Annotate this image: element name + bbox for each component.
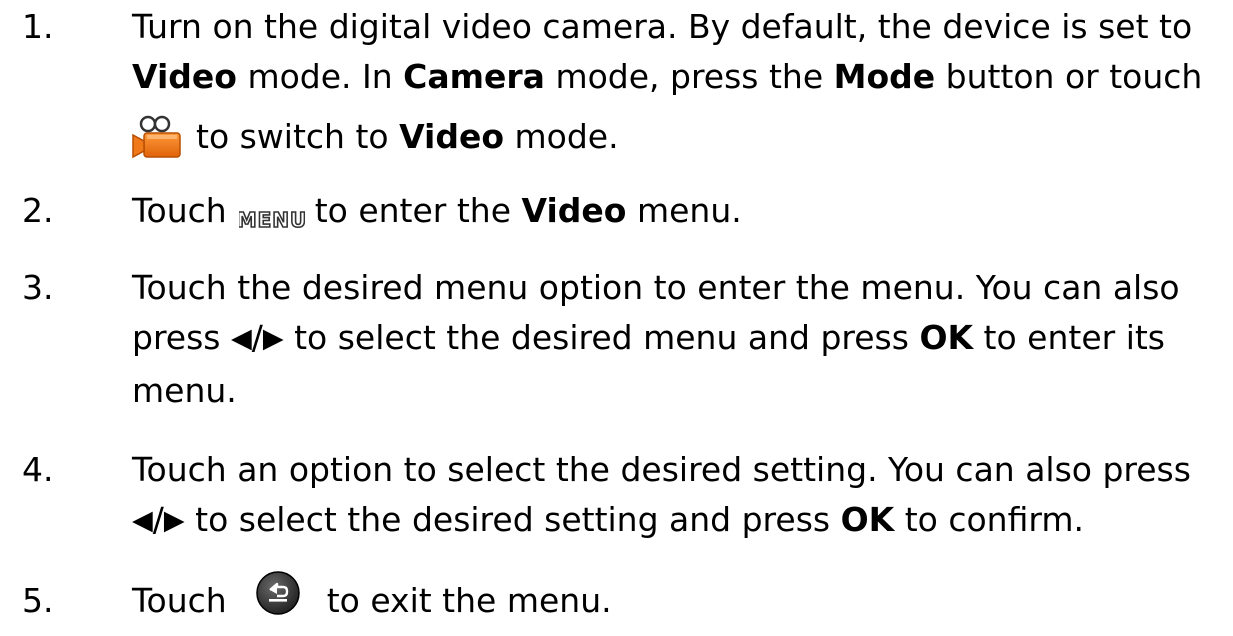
menu-icon: MENU xyxy=(236,196,307,233)
step-number: 2. xyxy=(22,191,54,230)
step-text: Touch an option to select the desired se… xyxy=(132,445,1222,548)
step-1-text: to switch to xyxy=(196,117,400,156)
video-menu-label: Video xyxy=(521,191,627,230)
step-text: Touch MENU to enter the Video menu. xyxy=(132,186,1222,236)
step-text: Turn on the digital video camera. By def… xyxy=(132,2,1222,172)
step-3-text: press xyxy=(132,318,231,357)
step-3: 3. Touch the desired menu option to ente… xyxy=(22,263,1222,416)
right-arrow-icon: ▶ xyxy=(163,505,185,536)
step-number: 3. xyxy=(22,268,54,307)
camera-mode-label: Camera xyxy=(403,57,545,96)
step-2-text: menu. xyxy=(626,191,742,230)
step-4-text: Touch an option to select the desired se… xyxy=(132,450,1191,489)
step-number: 4. xyxy=(22,450,54,489)
left-arrow-icon: ◀ xyxy=(132,505,153,536)
step-1: 1. Turn on the digital video camera. By … xyxy=(22,2,1222,172)
step-4-text: to confirm. xyxy=(894,500,1084,539)
step-5-text: to exit the menu. xyxy=(326,581,612,620)
video-camera-icon xyxy=(132,113,182,158)
right-arrow-icon: ▶ xyxy=(262,323,284,354)
step-text: Touch the desired menu option to enter t… xyxy=(132,263,1222,416)
slash-text: / xyxy=(152,500,164,539)
step-3-text: to enter its xyxy=(973,318,1165,357)
step-3-text: Touch the desired menu option to enter t… xyxy=(132,268,1180,307)
step-3-text: to select the desired menu and press xyxy=(283,318,920,357)
step-2-text: to enter the xyxy=(314,191,522,230)
video-mode-label: Video xyxy=(132,57,237,96)
step-3-text: menu. xyxy=(132,371,237,410)
mode-button-label: Mode xyxy=(833,57,936,96)
step-text: Touch to exit the menu. xyxy=(132,570,1222,626)
step-1-text: button or touch xyxy=(935,57,1203,96)
step-1-text: Turn on the digital video camera. By def… xyxy=(132,7,1193,46)
instruction-page: 1. Turn on the digital video camera. By … xyxy=(0,0,1233,636)
left-arrow-icon: ◀ xyxy=(230,323,252,354)
step-5: 5. Touch to exit the menu. xyxy=(22,570,1222,626)
ok-button-label: OK xyxy=(840,500,895,539)
step-2: 2. Touch MENU to enter the Video menu. xyxy=(22,186,1222,236)
ok-button-label: OK xyxy=(919,318,974,357)
step-4-text: to select the desired setting and press xyxy=(184,500,841,539)
step-4: 4. Touch an option to select the desired… xyxy=(22,445,1222,548)
slash-text: / xyxy=(251,318,263,357)
menu-icon-text: MENU xyxy=(239,208,305,232)
step-1-text: mode, press the xyxy=(544,57,834,96)
step-1-text: mode. In xyxy=(236,57,404,96)
step-2-text: Touch xyxy=(132,191,227,230)
step-number: 1. xyxy=(22,7,54,46)
back-button-icon xyxy=(255,570,301,616)
step-5-text: Touch xyxy=(132,581,227,620)
step-1-text: mode. xyxy=(504,117,619,156)
video-mode-label: Video xyxy=(399,117,505,156)
step-number: 5. xyxy=(22,581,54,620)
